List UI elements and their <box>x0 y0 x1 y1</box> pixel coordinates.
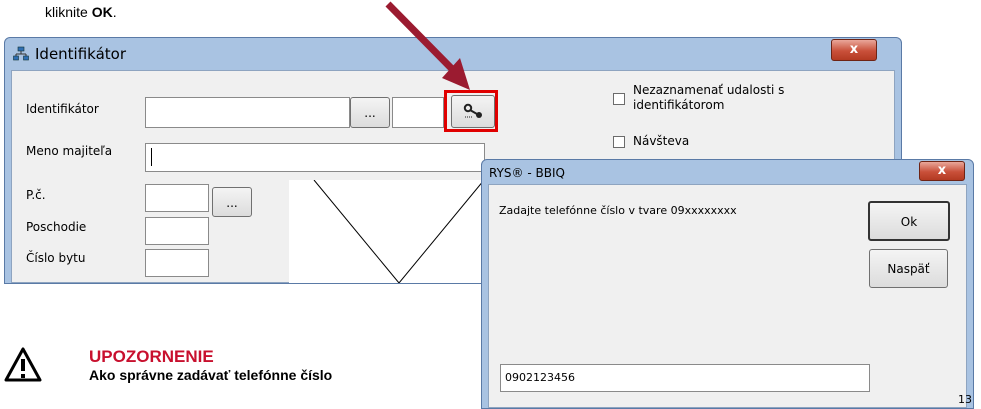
navsteva-checkbox[interactable] <box>613 136 625 148</box>
meno-label: Meno majiteľa <box>26 144 113 158</box>
placeholder-cross <box>313 179 485 284</box>
meno-input[interactable] <box>145 143 485 172</box>
close-button[interactable]: x <box>831 39 877 61</box>
ok-button[interactable]: Ok <box>868 201 950 241</box>
cislo-bytu-label: Číslo bytu <box>26 251 86 265</box>
warning-subtitle: Ako správne zadávať telefónne číslo <box>89 367 333 383</box>
instruction-caption: kliknite OK. <box>45 4 117 20</box>
dialog-title: RYS® - BBIQ <box>489 166 565 180</box>
rys-dialog: RYS® - BBIQ x Zadajte telefónne číslo v … <box>481 159 974 409</box>
cislo-bytu-input[interactable] <box>145 249 209 277</box>
navsteva-label: Návšteva <box>633 134 690 148</box>
dialog-prompt: Zadajte telefónne číslo v tvare 09xxxxxx… <box>499 204 737 217</box>
back-button[interactable]: Naspäť <box>869 249 948 288</box>
poschodie-input[interactable] <box>145 217 209 245</box>
pc-browse-button[interactable]: ... <box>212 187 252 217</box>
pc-input[interactable] <box>145 184 209 212</box>
dialog-client: Zadajte telefónne číslo v tvare 09xxxxxx… <box>488 184 972 408</box>
pointer-arrow <box>385 1 470 90</box>
highlight-box <box>444 90 498 132</box>
network-icon <box>13 46 29 61</box>
poschodie-label: Poschodie <box>26 220 87 234</box>
phone-input-value: 0902123456 <box>505 371 575 384</box>
identifikator-code-input[interactable] <box>392 97 444 128</box>
nezaznamenat-line1: Nezaznamenať udalosti s <box>633 83 785 97</box>
nezaznamenat-label: Nezaznamenať udalosti s identifikátorom <box>633 83 784 113</box>
text-cursor <box>151 148 152 166</box>
caption-text: kliknite <box>45 4 92 20</box>
pc-label: P.č. <box>26 188 46 202</box>
nezaznamenat-line2: identifikátorom <box>633 98 725 112</box>
warning-title: UPOZORNENIE <box>89 347 214 366</box>
caption-bold: OK <box>91 4 113 20</box>
window-title: Identifikátor <box>35 45 127 63</box>
photo-placeholder <box>289 179 509 284</box>
browse-button[interactable]: ... <box>350 97 390 128</box>
dialog-close-button[interactable]: x <box>919 161 965 181</box>
caption-end: . <box>112 4 117 20</box>
identifikator-label: Identifikátor <box>26 102 99 116</box>
identifikator-input[interactable] <box>145 97 350 128</box>
warning-icon <box>4 347 42 382</box>
nezaznamenat-checkbox[interactable] <box>613 93 625 105</box>
phone-input[interactable]: 0902123456 <box>500 364 870 392</box>
corner-number: 13 <box>958 393 972 406</box>
